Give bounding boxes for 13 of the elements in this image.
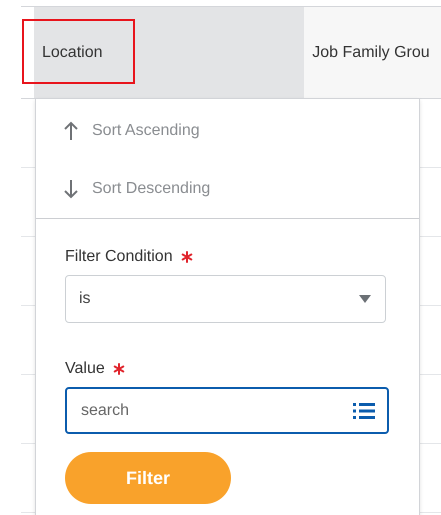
field-label: Filter Condition — [65, 248, 173, 266]
arrow-up-icon — [64, 121, 78, 141]
column-header[interactable]: Location — [34, 7, 304, 98]
list-icon — [353, 403, 375, 419]
sort-label: Sort Ascending — [92, 122, 200, 140]
sort-label: Sort Descending — [92, 180, 210, 198]
condition-select[interactable]: is — [65, 275, 386, 323]
column-header[interactable]: Job Family Grou — [304, 7, 441, 98]
caret-icon — [359, 295, 371, 303]
arrow-down-icon — [64, 179, 78, 199]
field-label: Value — [65, 360, 105, 378]
search-field[interactable]: search — [65, 387, 389, 434]
select-value: is — [79, 290, 91, 308]
